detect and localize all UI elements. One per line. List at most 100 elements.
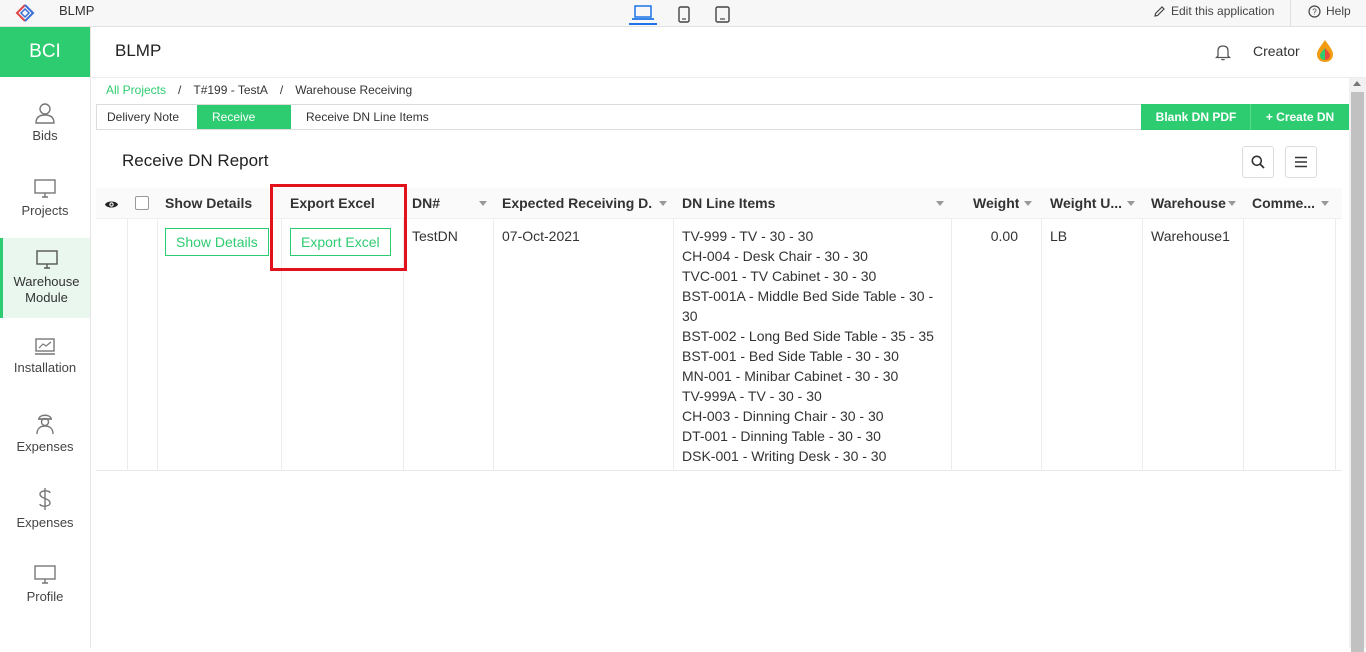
dn-line-items-cell: TV-999 - TV - 30 - 30 CH-004 - Desk Chai…: [682, 226, 944, 466]
column-dn-line-items[interactable]: DN Line Items: [682, 188, 775, 219]
sidebar-item-label: Installation: [13, 360, 77, 375]
sidebar-item-profile[interactable]: Profile: [0, 547, 90, 623]
help-label: Help: [1326, 4, 1351, 18]
menu-button[interactable]: [1285, 146, 1317, 178]
mobile-icon: [678, 5, 690, 23]
help-link[interactable]: ? Help: [1308, 4, 1351, 18]
desktop-icon: [632, 5, 654, 20]
toggle-columns-button[interactable]: [104, 197, 119, 215]
sidebar-item-label: Expenses: [16, 515, 74, 530]
line-item: TVC-001 - TV Cabinet - 30 - 30: [682, 268, 877, 284]
mobile-view-button[interactable]: [670, 3, 698, 25]
dn-number-cell: TestDN: [412, 228, 458, 244]
line-item: MN-001 - Minibar Cabinet - 30 - 30: [682, 368, 899, 384]
show-details-button[interactable]: Show Details: [165, 228, 269, 256]
search-button[interactable]: [1242, 146, 1274, 178]
column-comments[interactable]: Comme...: [1252, 188, 1314, 219]
search-icon: [1251, 155, 1265, 169]
report-title: Receive DN Report: [122, 151, 269, 170]
sidebar-item-warehouse-module[interactable]: Warehouse Module: [0, 238, 90, 318]
column-divider: [1041, 219, 1042, 471]
top-bar: BLMP Edit this application ? Help: [0, 0, 1366, 27]
sidebar-item-installation[interactable]: Installation: [0, 319, 90, 395]
breadcrumb-separator: /: [178, 83, 182, 97]
column-divider: [673, 219, 674, 471]
line-item: BST-002 - Long Bed Side Table - 35 - 35: [682, 328, 934, 344]
hamburger-menu-icon: [1295, 156, 1307, 168]
worker-icon: [36, 414, 54, 435]
sort-caret-icon[interactable]: [1127, 201, 1135, 206]
line-item: TV-999A - TV - 30 - 30: [682, 388, 822, 404]
user-icon: [35, 103, 55, 124]
column-divider: [951, 219, 952, 471]
edit-application-label: Edit this application: [1171, 4, 1275, 18]
line-item: CH-004 - Desk Chair - 30 - 30: [682, 248, 868, 264]
creator-logo-icon[interactable]: [1316, 39, 1334, 68]
sidebar-item-label: Warehouse Module: [13, 274, 80, 305]
column-divider: [127, 219, 128, 471]
sort-caret-icon[interactable]: [479, 201, 487, 206]
sidebar-item-expenses[interactable]: Expenses: [0, 395, 90, 471]
tab-delivery-note[interactable]: Delivery Note: [97, 105, 189, 129]
edit-application-link[interactable]: Edit this application: [1153, 4, 1274, 18]
chart-monitor-icon: [35, 338, 55, 355]
line-item: DT-001 - Dinning Table - 30 - 30: [682, 428, 881, 444]
tab-receive-dn-line-items[interactable]: Receive DN Line Items: [296, 105, 439, 129]
line-item: CH-003 - Dinning Chair - 30 - 30: [682, 408, 884, 424]
sort-caret-icon[interactable]: [936, 201, 944, 206]
expected-date-cell: 07-Oct-2021: [502, 228, 580, 244]
sidebar-item-label: Expenses: [16, 439, 74, 454]
select-all-checkbox[interactable]: [135, 196, 149, 210]
sort-caret-icon[interactable]: [1024, 201, 1032, 206]
column-divider: [1335, 219, 1336, 471]
column-expected-receiving-date[interactable]: Expected Receiving D...: [502, 188, 652, 219]
sort-caret-icon[interactable]: [1228, 201, 1236, 206]
user-name[interactable]: Creator: [1253, 43, 1300, 59]
brand-logo[interactable]: BCI: [0, 27, 90, 77]
tablet-view-button[interactable]: [708, 3, 736, 25]
tab-receive-dn[interactable]: Receive DN: [197, 105, 291, 148]
page-title: BLMP: [115, 41, 162, 60]
sort-caret-icon[interactable]: [1321, 201, 1329, 206]
column-warehouse[interactable]: Warehouse: [1151, 188, 1226, 219]
line-item: TV-999 - TV - 30 - 30: [682, 228, 814, 244]
blank-dn-pdf-button[interactable]: Blank DN PDF: [1141, 104, 1251, 130]
breadcrumb-separator: /: [279, 83, 284, 97]
breadcrumb-project[interactable]: T#199 - TestA: [193, 83, 267, 97]
scroll-up-arrow-icon[interactable]: [1353, 81, 1361, 86]
line-item: BST-001A - Middle Bed Side Table - 30 - …: [682, 288, 934, 324]
monitor-icon: [35, 250, 58, 269]
monitor-icon: [34, 565, 56, 584]
column-divider: [1142, 219, 1143, 471]
vertical-scrollbar[interactable]: [1349, 78, 1366, 652]
tabs-bar: Delivery Note Receive DN Receive DN Line…: [96, 104, 1349, 148]
desktop-view-button[interactable]: [629, 3, 657, 25]
bell-icon: [1214, 45, 1232, 61]
breadcrumb-all-projects[interactable]: All Projects: [106, 83, 166, 97]
app-name: BLMP: [59, 3, 95, 18]
tablet-icon: [714, 5, 730, 23]
column-weight-unit[interactable]: Weight U...: [1050, 188, 1122, 219]
pencil-icon: [1154, 5, 1165, 17]
divider: [1290, 0, 1291, 27]
help-icon: ?: [1308, 4, 1321, 18]
column-weight[interactable]: Weight: [973, 188, 1019, 219]
sidebar-item-bids[interactable]: Bids: [0, 85, 90, 161]
column-show-details[interactable]: Show Details: [165, 188, 252, 219]
notifications-button[interactable]: [1214, 43, 1232, 66]
column-divider: [1243, 219, 1244, 471]
sidebar-item-expenses-dollar[interactable]: Expenses: [0, 471, 90, 547]
sidebar-item-label: Bids: [32, 128, 58, 143]
sort-caret-icon[interactable]: [659, 201, 667, 206]
sidebar: BCI Bids Projects Warehouse Module Insta…: [0, 27, 91, 648]
highlight-box: [270, 184, 407, 271]
warehouse-cell: Warehouse1: [1151, 228, 1230, 244]
create-dn-button[interactable]: + Create DN: [1251, 104, 1349, 130]
breadcrumb-current: Warehouse Receiving: [295, 83, 413, 97]
scrollbar-thumb[interactable]: [1351, 92, 1364, 652]
svg-text:?: ?: [1312, 7, 1317, 16]
breadcrumb: All Projects / T#199 - TestA / Warehouse…: [106, 83, 412, 97]
sidebar-item-projects[interactable]: Projects: [0, 161, 90, 237]
column-dn-number[interactable]: DN#: [412, 188, 440, 219]
app-logo-icon[interactable]: [14, 3, 36, 23]
